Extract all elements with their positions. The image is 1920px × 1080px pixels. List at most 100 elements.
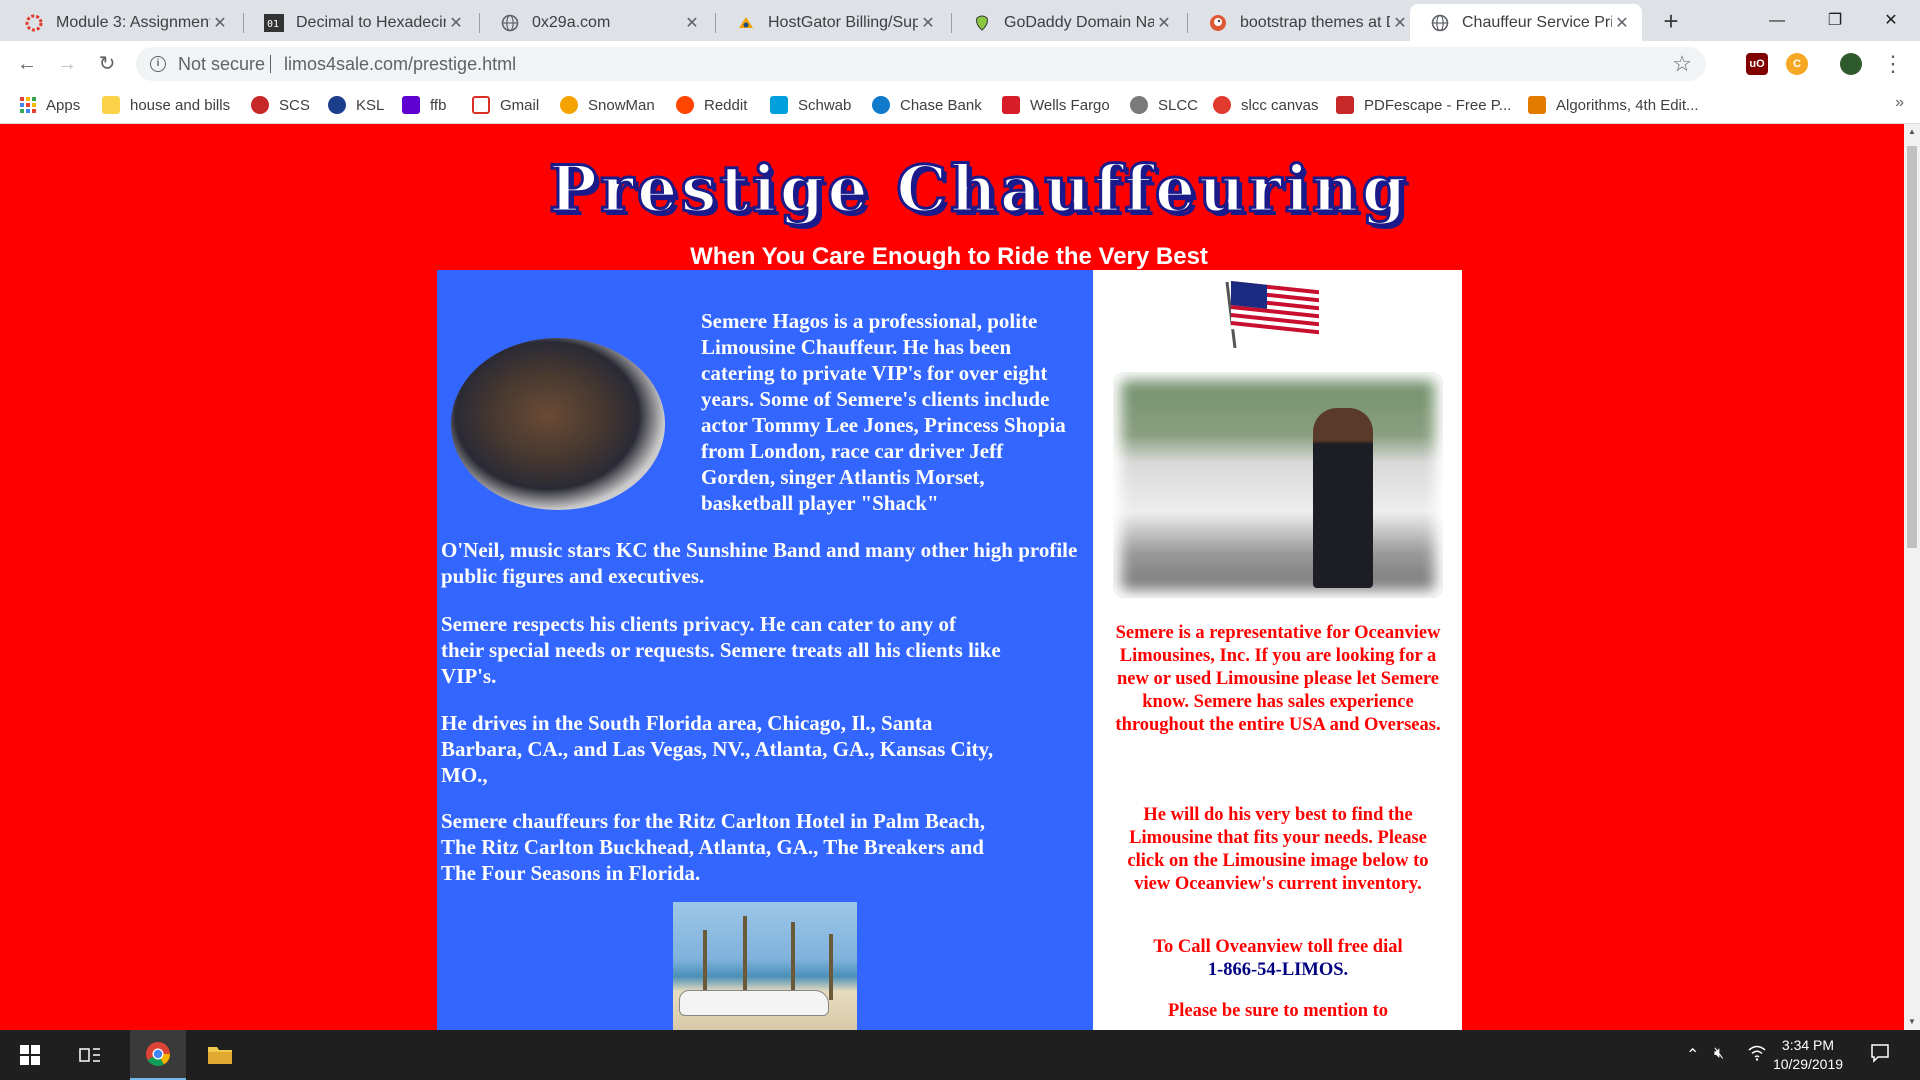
bookmark-slcc[interactable]: SLCC — [1130, 94, 1198, 116]
new-tab-button[interactable]: + — [1656, 6, 1686, 36]
tab-hostgator[interactable]: HostGator Billing/Supp ✕ — [716, 4, 948, 41]
chauffeur-with-limousine-image[interactable] — [1113, 372, 1443, 598]
bookmark-star-icon[interactable]: ☆ — [1672, 51, 1692, 77]
bookmark-apps[interactable]: Apps — [20, 94, 80, 116]
toll-free-block: To Call Oveanview toll free dial 1-866-5… — [1113, 936, 1443, 982]
tab-title: Chauffeur Service Priva — [1462, 13, 1612, 31]
close-icon[interactable]: ✕ — [682, 13, 702, 33]
tab-bootstrap-themes[interactable]: bootstrap themes at D ✕ — [1188, 4, 1420, 41]
maximize-button[interactable]: ❐ — [1806, 0, 1864, 41]
bookmark-label: SLCC — [1158, 96, 1199, 114]
reload-button[interactable]: ↻ — [92, 49, 122, 79]
locations-paragraph: He drives in the South Florida area, Chi… — [441, 711, 994, 787]
hotels-paragraph: Semere chauffeurs for the Ritz Carlton H… — [441, 809, 985, 885]
task-view-icon[interactable] — [66, 1030, 114, 1080]
chrome-menu-button[interactable]: ⋮ — [1878, 49, 1908, 79]
close-icon[interactable]: ✕ — [1154, 13, 1174, 33]
tab-title: HostGator Billing/Supp — [768, 13, 918, 31]
chase-icon — [872, 96, 890, 114]
bookmark-pdfescape[interactable]: PDFescape - Free P... — [1336, 94, 1511, 116]
close-icon[interactable]: ✕ — [446, 13, 466, 33]
url-text[interactable]: limos4sale.com/prestige.html — [284, 54, 516, 75]
mention-paragraph: Please be sure to mention to — [1167, 1001, 1389, 1021]
left-content-panel: Semere Hagos is a professional, polite L… — [437, 270, 1093, 1030]
bookmark-wells-fargo[interactable]: Wells Fargo — [1002, 94, 1110, 116]
princeton-shield-icon — [1528, 96, 1546, 114]
logo-text: Prestige Chauffeuring — [548, 152, 1410, 227]
globe-icon — [1430, 13, 1450, 33]
info-icon[interactable]: i — [150, 56, 166, 72]
file-explorer-icon[interactable] — [192, 1030, 248, 1080]
tab-decimal-to-hex[interactable]: 01 Decimal to Hexadecima ✕ — [244, 4, 476, 41]
chauffeur-figure — [1313, 408, 1373, 588]
forward-button[interactable]: → — [52, 49, 82, 79]
scroll-up-arrow[interactable]: ▲ — [1904, 124, 1920, 140]
tab-0x29a[interactable]: 0x29a.com ✕ — [480, 4, 712, 41]
right-content-panel: Semere is a representative for Oceanview… — [1093, 270, 1462, 1030]
close-icon[interactable]: ✕ — [210, 13, 230, 33]
bookmark-schwab[interactable]: Schwab — [770, 94, 851, 116]
palm-tree — [743, 916, 747, 1000]
close-window-button[interactable]: ✕ — [1862, 0, 1920, 41]
bookmark-label: KSL — [356, 96, 385, 114]
yahoo-icon — [402, 96, 420, 114]
representative-paragraph: Semere is a representative for Oceanview… — [1115, 623, 1441, 735]
inventory-paragraph: He will do his very best to find the Lim… — [1127, 805, 1429, 894]
volume-muted-icon[interactable]: 🔇︎ — [1714, 1045, 1724, 1063]
bookmarks-overflow-button[interactable]: » — [1895, 94, 1904, 112]
slcc-icon — [1130, 96, 1148, 114]
bookmark-snowman[interactable]: SnowMan — [560, 94, 655, 116]
minimize-button[interactable]: — — [1748, 0, 1806, 41]
tab-module3[interactable]: Module 3: Assignment ✕ — [4, 4, 240, 41]
bookmark-algorithms[interactable]: Algorithms, 4th Edit... — [1528, 94, 1699, 116]
close-icon[interactable]: ✕ — [1612, 13, 1632, 33]
honey-extension-icon[interactable]: C — [1786, 53, 1808, 75]
canvas-icon — [1213, 96, 1231, 114]
windows-start-icon[interactable] — [6, 1030, 54, 1080]
tray-overflow-chevron-icon[interactable]: ⌃ — [1686, 1045, 1699, 1065]
bookmark-chase-bank[interactable]: Chase Bank — [872, 94, 982, 116]
close-icon[interactable]: ✕ — [1390, 13, 1410, 33]
bookmark-ksl[interactable]: KSL — [328, 94, 384, 116]
system-clock[interactable]: 3:34 PM 10/29/2019 — [1760, 1036, 1856, 1074]
tab-chauffeur-service[interactable]: Chauffeur Service Priva ✕ — [1410, 4, 1642, 41]
bookmark-gmail[interactable]: Gmail — [472, 94, 539, 116]
beach-limousine-image[interactable] — [673, 902, 857, 1030]
bookmark-ffb[interactable]: ffb — [402, 94, 446, 116]
tab-godaddy[interactable]: GoDaddy Domain Nam ✕ — [952, 4, 1184, 41]
bookmark-label: house and bills — [130, 96, 231, 114]
security-label[interactable]: Not secure — [178, 54, 265, 75]
tab-title: 0x29a.com — [532, 13, 611, 31]
bookmark-label: Reddit — [704, 96, 748, 114]
address-bar[interactable]: i Not secure limos4sale.com/prestige.htm… — [136, 47, 1706, 81]
address-divider — [270, 55, 271, 73]
bookmark-label: SCS — [279, 96, 310, 114]
page-scrollbar[interactable]: ▲ ▼ — [1904, 124, 1920, 1030]
tab-title: GoDaddy Domain Nam — [1004, 13, 1154, 31]
bookmark-slcc-canvas[interactable]: slcc canvas — [1213, 94, 1319, 116]
intro-paragraph-continued: O'Neil, music stars KC the Sunshine Band… — [441, 538, 1078, 588]
tab-title: Decimal to Hexadecima — [296, 13, 446, 31]
bookmark-scs[interactable]: SCS — [251, 94, 310, 116]
bookmark-label: Wells Fargo — [1030, 96, 1110, 114]
snowman-icon — [560, 96, 578, 114]
scrollbar-thumb[interactable] — [1907, 146, 1917, 548]
close-icon[interactable]: ✕ — [918, 13, 938, 33]
notifications-icon[interactable] — [1870, 1043, 1890, 1068]
bookmark-label: Chase Bank — [900, 96, 982, 114]
profile-avatar-icon[interactable] — [1840, 53, 1862, 75]
american-flag-image — [1221, 278, 1329, 349]
bookmark-label: PDFescape - Free P... — [1364, 96, 1512, 114]
scroll-down-arrow[interactable]: ▼ — [1904, 1014, 1920, 1030]
tab-title: Module 3: Assignment — [56, 13, 210, 31]
bookmark-house-and-bills[interactable]: house and bills — [102, 94, 230, 116]
windows-taskbar: ⌃ 🔇︎ 3:34 PM 10/29/2019 — [0, 1030, 1920, 1080]
tab-strip: Module 3: Assignment ✕ 01 Decimal to Hex… — [0, 0, 1920, 41]
ublock-extension-icon[interactable]: uO — [1746, 53, 1768, 75]
back-button[interactable]: ← — [12, 49, 42, 79]
tagline: When You Care Enough to Ride the Very Be… — [690, 243, 1208, 270]
svg-text:01: 01 — [267, 19, 279, 30]
chrome-icon[interactable] — [130, 1030, 186, 1080]
bookmark-reddit[interactable]: Reddit — [676, 94, 747, 116]
pdfescape-icon — [1336, 96, 1354, 114]
